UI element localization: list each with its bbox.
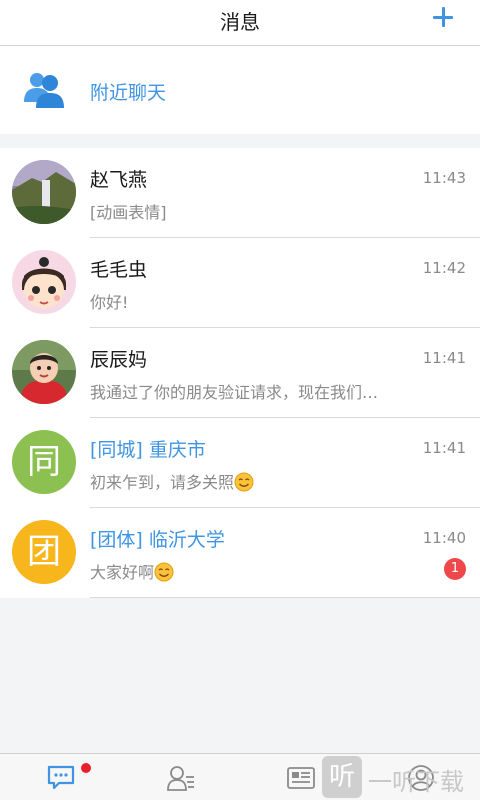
notification-dot [81,763,91,773]
conversation-row[interactable]: 辰辰妈 11:41 我通过了你的朋友验证请求，现在我们… [0,328,480,418]
message-preview: 大家好啊 [90,559,420,583]
users-icon [24,73,64,108]
add-button[interactable] [430,4,458,32]
message-preview: 初来乍到，请多关照 [90,469,420,493]
contact-name: 毛毛虫 [90,259,148,281]
avatar [12,160,76,224]
watermark-logo: 听 [322,756,362,798]
group-name: [团体] 临沂大学 [90,529,225,551]
conversation-list: 赵飞燕 11:43 [动画表情] 毛毛虫 11:42 你好! 辰辰妈 11:41… [0,148,480,598]
conversation-row[interactable]: 团 [团体] 临沂大学 11:40 大家好啊 1 [0,508,480,598]
avatar: 团 [12,520,76,584]
conversation-row[interactable]: 同 [同城] 重庆市 11:41 初来乍到，请多关照 [0,418,480,508]
tab-contacts-icon[interactable] [166,764,196,792]
unread-badge: 1 [444,558,466,580]
nav-header: 消息 [0,0,480,46]
message-preview: 我通过了你的朋友验证请求，现在我们… [90,383,379,402]
contact-name: 赵飞燕 [90,169,148,191]
group-name: [同城] 重庆市 [90,439,206,461]
contact-name: 辰辰妈 [90,349,148,371]
avatar [12,250,76,314]
message-preview: 你好! [90,293,129,312]
nearby-chat-item[interactable]: 附近聊天 [0,46,480,134]
message-text: 初来乍到，请多关照 [90,473,235,492]
message-preview: [动画表情] [90,203,167,222]
message-time: 11:41 [422,349,466,367]
tab-messages-icon[interactable] [46,764,76,792]
message-time: 11:40 [422,529,466,547]
watermark: 听 一听下载 [322,756,480,800]
row-divider [90,597,480,598]
message-time: 11:43 [422,169,466,187]
message-text: 大家好啊 [90,563,155,582]
conversation-row[interactable]: 赵飞燕 11:43 [动画表情] [0,148,480,238]
watermark-text: 一听下载 [368,768,464,796]
page-title: 消息 [220,10,260,34]
avatar-letter: 同 [27,442,61,482]
avatar-letter: 团 [27,532,61,572]
message-time: 11:42 [422,259,466,277]
message-time: 11:41 [422,439,466,457]
nearby-chat-label: 附近聊天 [90,82,167,104]
tab-news-icon[interactable] [286,764,316,792]
smile-emoji-icon [154,562,174,582]
avatar [12,340,76,404]
smile-emoji-icon [234,472,254,492]
avatar: 同 [12,430,76,494]
conversation-row[interactable]: 毛毛虫 11:42 你好! [0,238,480,328]
